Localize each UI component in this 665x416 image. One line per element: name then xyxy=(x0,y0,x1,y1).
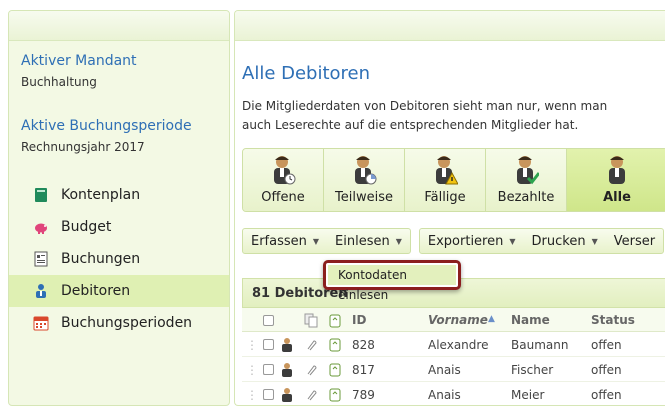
row-checkbox[interactable] xyxy=(263,339,274,350)
sidebar-nav: Kontenplan Budget Buchungen Debitoren Bu… xyxy=(9,179,229,339)
table-header: ID Vorname ▲ Name Status xyxy=(242,308,665,332)
filter-offene[interactable]: Offene xyxy=(243,149,324,211)
einlesen-label: Einlesen xyxy=(335,233,390,249)
active-client-link[interactable]: Aktiver Mandant xyxy=(21,53,217,69)
exportieren-label: Exportieren xyxy=(427,233,504,249)
filter-bezahlte[interactable]: Bezahlte xyxy=(486,149,567,211)
person-partial-icon xyxy=(355,156,377,185)
main-panel: Alle Debitoren Die Mitgliederdaten von D… xyxy=(234,10,665,406)
active-client-value: Buchhaltung xyxy=(21,75,97,89)
erfassen-label: Erfassen xyxy=(251,233,307,249)
paperclip-icon xyxy=(307,390,317,401)
calendar-icon xyxy=(33,316,49,331)
status-filter-bar: Offene Teilweise Fällige Bezahlte Alle xyxy=(242,148,665,212)
filter-faellige[interactable]: Fällige xyxy=(405,149,486,211)
paperclip-icon xyxy=(307,365,317,376)
recycle-icon xyxy=(329,388,341,402)
sidebar: Aktiver Mandant Buchhaltung Aktive Buchu… xyxy=(8,10,230,406)
cell-id: 789 xyxy=(352,388,375,402)
sidebar-item-debitoren[interactable]: Debitoren xyxy=(9,275,229,307)
sidebar-item-buchungen[interactable]: Buchungen xyxy=(9,243,229,275)
sidebar-item-kontenplan[interactable]: Kontenplan xyxy=(9,179,229,211)
page-description: Die Mitgliederdaten von Debitoren sieht … xyxy=(242,99,608,132)
person-clock-icon xyxy=(274,156,296,185)
recycle-icon xyxy=(329,363,341,377)
versenden-label: Verser xyxy=(613,233,656,249)
toolbar-group-left: Erfassen ▼ Einlesen ▼ xyxy=(242,228,411,254)
sidebar-item-buchungsperioden[interactable]: Buchungsperioden xyxy=(9,307,229,339)
column-header-id[interactable]: ID xyxy=(352,313,366,327)
sidebar-item-label: Buchungsperioden xyxy=(61,315,193,331)
filter-alle[interactable]: Alle xyxy=(567,149,665,211)
cell-name: Fischer xyxy=(511,363,554,377)
cell-id: 828 xyxy=(352,338,375,352)
active-period-link[interactable]: Aktive Buchungsperiode xyxy=(21,118,217,134)
chevron-down-icon: ▼ xyxy=(509,236,516,246)
exportieren-button[interactable]: Exportieren ▼ xyxy=(420,229,524,253)
sidebar-item-label: Debitoren xyxy=(61,283,131,299)
sidebar-header-bar xyxy=(9,11,229,41)
einlesen-dropdown-menu: Kontodaten einlesen xyxy=(323,260,461,302)
chevron-down-icon: ▼ xyxy=(312,236,320,246)
filter-label: Bezahlte xyxy=(497,190,555,205)
sidebar-item-label: Kontenplan xyxy=(61,187,141,203)
table-row[interactable]: ⋮⋮ 817 Anais Fischer offen xyxy=(242,357,665,382)
cell-vorname: Anais xyxy=(428,388,461,402)
table-row[interactable]: ⋮⋮ 789 Anais Meier offen xyxy=(242,382,665,405)
row-checkbox[interactable] xyxy=(263,364,274,375)
select-all-checkbox[interactable] xyxy=(263,315,274,326)
filter-teilweise[interactable]: Teilweise xyxy=(324,149,405,211)
menu-item-kontodaten-einlesen[interactable]: Kontodaten einlesen xyxy=(328,265,456,302)
people-icon xyxy=(36,284,46,298)
versenden-button[interactable]: Verser xyxy=(606,229,663,253)
chevron-down-icon: ▼ xyxy=(395,236,402,246)
column-header-vorname[interactable]: Vorname xyxy=(428,313,488,327)
filter-label: Teilweise xyxy=(335,190,393,205)
recycle-icon xyxy=(329,338,341,352)
cell-status: offen xyxy=(591,363,622,377)
person-icon xyxy=(609,156,625,184)
table-row[interactable]: ⋮⋮ 828 Alexandre Baumann offen xyxy=(242,332,665,357)
action-toolbar: Erfassen ▼ Einlesen ▼ Exportieren ▼ Drucken… xyxy=(242,228,665,254)
sidebar-item-label: Budget xyxy=(61,219,112,235)
einlesen-button[interactable]: Einlesen ▼ xyxy=(327,229,410,253)
chevron-down-icon: ▼ xyxy=(591,236,598,246)
book-icon xyxy=(35,188,47,202)
recycle-icon xyxy=(329,314,341,328)
paperclip-icon xyxy=(307,340,317,351)
ledger-icon xyxy=(34,251,48,267)
column-header-name[interactable]: Name xyxy=(511,313,550,327)
sort-ascending-icon: ▲ xyxy=(488,314,495,324)
cell-status: offen xyxy=(591,388,622,402)
person-icon xyxy=(282,363,292,377)
cell-vorname: Anais xyxy=(428,363,461,377)
sidebar-item-label: Buchungen xyxy=(61,251,141,267)
filter-label: Offene xyxy=(261,190,305,205)
cell-name: Meier xyxy=(511,388,545,402)
copy-icon xyxy=(304,313,318,328)
column-header-status[interactable]: Status xyxy=(591,313,635,327)
drucken-label: Drucken xyxy=(531,233,586,249)
cell-id: 817 xyxy=(352,363,375,377)
person-check-icon xyxy=(517,156,539,185)
cell-name: Baumann xyxy=(511,338,569,352)
person-icon xyxy=(282,338,292,352)
filter-label: Fällige xyxy=(424,190,466,205)
main-header-bar xyxy=(235,11,665,41)
sidebar-item-budget[interactable]: Budget xyxy=(9,211,229,243)
page-title: Alle Debitoren xyxy=(242,63,371,84)
drucken-button[interactable]: Drucken ▼ xyxy=(524,229,606,253)
filter-label: Alle xyxy=(603,190,631,205)
active-period-value: Rechnungsjahr 2017 xyxy=(21,140,145,154)
piggy-bank-icon xyxy=(35,223,47,234)
toolbar-group-right: Exportieren ▼ Drucken ▼ Verser xyxy=(418,228,665,254)
cell-status: offen xyxy=(591,338,622,352)
person-icon xyxy=(282,388,292,402)
row-checkbox[interactable] xyxy=(263,389,274,400)
erfassen-button[interactable]: Erfassen ▼ xyxy=(243,229,327,253)
person-warning-icon xyxy=(436,156,458,185)
cell-vorname: Alexandre xyxy=(428,338,489,352)
